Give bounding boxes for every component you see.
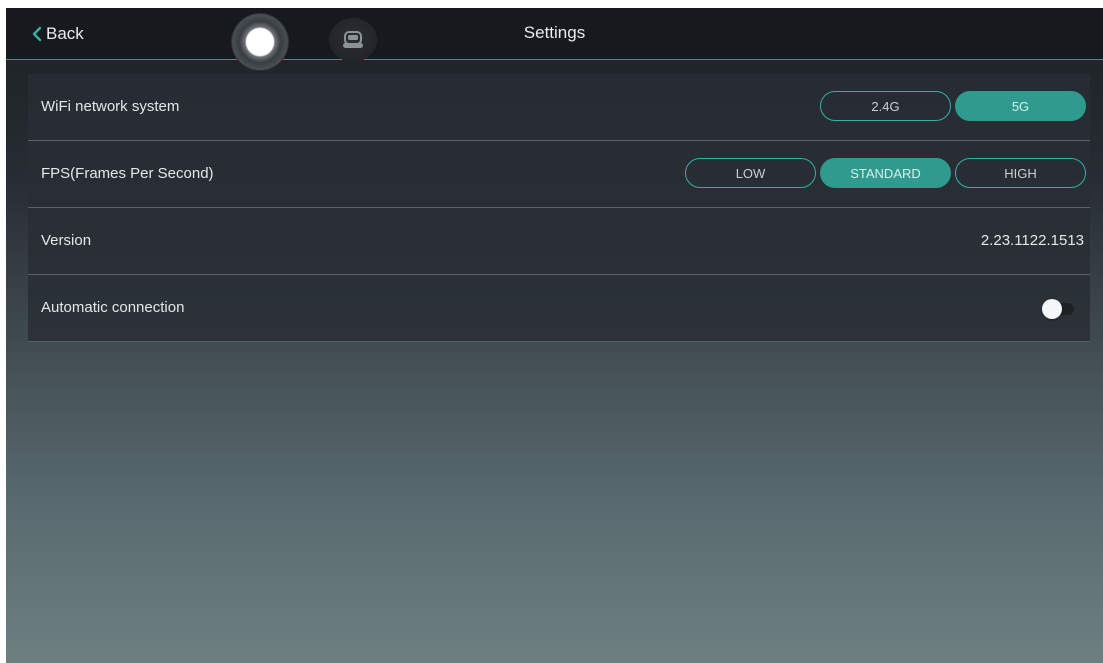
- wifi-band-selector: 2.4G 5G: [820, 91, 1086, 121]
- fps-option-low[interactable]: LOW: [685, 158, 816, 188]
- setting-row-auto-connect: Automatic connection: [28, 275, 1090, 342]
- auto-connect-toggle[interactable]: [1042, 299, 1076, 319]
- setting-row-version: Version 2.23.1122.1513: [28, 208, 1090, 275]
- fps-label: FPS(Frames Per Second): [41, 165, 214, 182]
- fps-option-standard[interactable]: STANDARD: [820, 158, 951, 188]
- settings-screen: Back Settings WiFi network system 2.4G 5…: [6, 8, 1103, 663]
- wifi-option-5g[interactable]: 5G: [955, 91, 1086, 121]
- version-value: 2.23.1122.1513: [980, 232, 1084, 249]
- setting-row-wifi: WiFi network system 2.4G 5G: [28, 74, 1090, 141]
- page-title: Settings: [523, 23, 586, 42]
- settings-list: WiFi network system 2.4G 5G FPS(Frames P…: [28, 74, 1090, 342]
- fps-option-high[interactable]: HIGH: [955, 158, 1086, 188]
- top-bar: Back Settings: [6, 8, 1103, 70]
- wifi-label: WiFi network system: [41, 98, 180, 115]
- wifi-option-2-4g[interactable]: 2.4G: [820, 91, 951, 121]
- version-label: Version: [41, 232, 92, 249]
- auto-connect-label: Automatic connection: [41, 299, 185, 316]
- setting-row-fps: FPS(Frames Per Second) LOW STANDARD HIGH: [28, 141, 1090, 208]
- fps-selector: LOW STANDARD HIGH: [685, 158, 1086, 188]
- toggle-knob: [1042, 299, 1062, 319]
